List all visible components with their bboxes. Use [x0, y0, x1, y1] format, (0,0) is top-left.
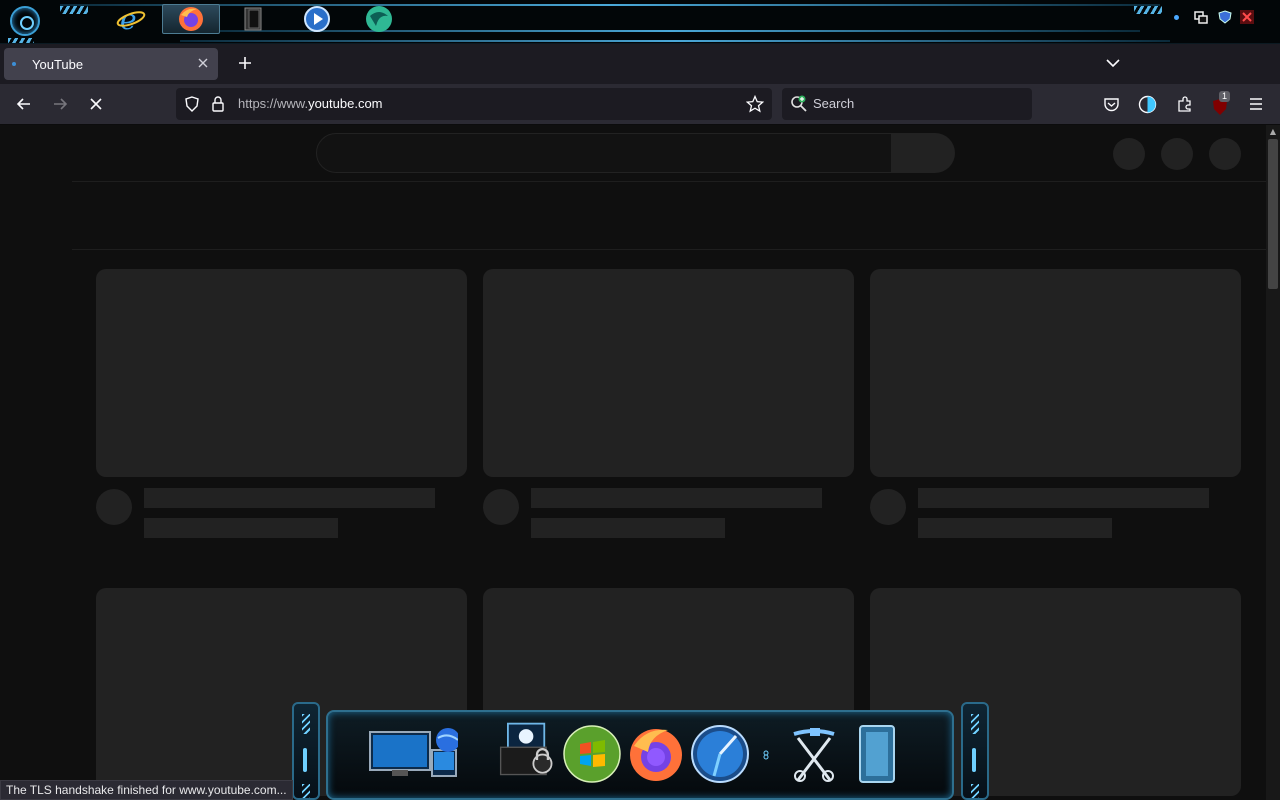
scrollbar-thumb[interactable] — [1268, 139, 1278, 289]
extensions-puzzle-icon[interactable] — [1176, 95, 1194, 113]
close-icon — [198, 58, 208, 68]
dock-grip — [971, 784, 979, 798]
windows-icon[interactable] — [562, 724, 622, 784]
taskbar-stripes — [60, 6, 88, 14]
dock-grip — [302, 784, 310, 798]
header-divider — [72, 181, 1266, 182]
firefox-icon — [179, 7, 203, 31]
globe-app-icon — [366, 6, 392, 32]
taskbar-button-media-player[interactable] — [288, 4, 346, 34]
forward-button[interactable] — [45, 89, 75, 119]
scroll-up-arrow-icon[interactable]: ▲ — [1266, 125, 1280, 139]
search-bar[interactable]: Search — [782, 88, 1032, 120]
tracking-protection-shield-icon[interactable] — [184, 96, 200, 112]
tools-icon[interactable] — [784, 724, 844, 784]
chevron-down-icon — [1106, 59, 1120, 68]
lock-folder-icon[interactable] — [492, 720, 562, 780]
taskbar-button-file-manager[interactable] — [224, 4, 282, 34]
dock-grip — [971, 714, 979, 734]
hamburger-menu-icon[interactable] — [1249, 97, 1263, 111]
loading-indicator-icon — [12, 62, 16, 66]
dock-left-cap — [292, 702, 320, 800]
account-sync-icon[interactable] — [1138, 95, 1157, 114]
arrow-right-icon — [54, 98, 68, 110]
url-bar[interactable]: https://www.youtube.com — [176, 88, 772, 120]
computer-icon[interactable] — [368, 724, 458, 784]
taskbar-button-firefox[interactable] — [162, 4, 220, 34]
lock-icon[interactable] — [211, 96, 225, 112]
url-prefix: https://www. — [238, 96, 309, 111]
svg-text:e: e — [120, 4, 137, 34]
extension-badge: 1 — [1219, 91, 1231, 102]
close-icon — [90, 98, 102, 110]
file-manager-icon — [244, 7, 262, 31]
recycle-bin-icon[interactable] — [852, 724, 902, 784]
dock-right-cap — [961, 702, 989, 800]
taskbar-button-browser[interactable] — [350, 4, 408, 34]
skeleton-avatar — [1209, 138, 1241, 170]
bookmark-star-icon[interactable] — [746, 95, 764, 113]
list-all-tabs-button[interactable] — [1100, 50, 1126, 76]
dock — [292, 698, 989, 800]
tab-title: YouTube — [32, 56, 84, 72]
skeleton-channel-avatar — [870, 489, 906, 525]
skeleton-meta-line — [918, 518, 1112, 538]
skeleton-search-input — [316, 133, 892, 173]
skeleton-meta-line — [531, 518, 725, 538]
skeleton-thumbnail — [96, 269, 467, 477]
firefox-icon[interactable] — [626, 724, 686, 784]
back-button[interactable] — [9, 89, 39, 119]
network-icon[interactable] — [1194, 10, 1208, 24]
navigation-toolbar: https://www.youtube.com Search 1 — [0, 84, 1280, 125]
internet-explorer-icon: e — [116, 4, 146, 34]
start-button[interactable] — [10, 6, 40, 36]
taskbar-button-internet-explorer[interactable]: e — [102, 4, 160, 34]
tray-indicator-icon — [1174, 15, 1179, 20]
taskbar-stripes — [1134, 6, 1162, 14]
taskbar: e — [0, 0, 1280, 44]
skeleton-thumbnail — [870, 269, 1241, 477]
arrow-left-icon — [16, 98, 30, 110]
skeleton-channel-avatar — [96, 489, 132, 525]
skeleton-header-icon — [1113, 138, 1145, 170]
close-app-icon[interactable] — [1240, 10, 1254, 24]
skeleton-title-line — [531, 488, 822, 508]
url-host: youtube.com — [308, 96, 383, 111]
tab-close-button[interactable] — [192, 52, 214, 74]
chips-divider — [72, 249, 1266, 250]
skeleton-header-icon — [1161, 138, 1193, 170]
url-text[interactable]: https://www.youtube.com — [238, 96, 383, 111]
dock-light — [972, 748, 976, 772]
media-player-icon — [304, 6, 330, 32]
taskbar-trim — [180, 40, 1170, 42]
dock-light — [303, 748, 307, 772]
tab-strip: YouTube — [0, 44, 1280, 84]
skeleton-title-line — [144, 488, 435, 508]
safari-compass-icon[interactable] — [690, 724, 750, 784]
skeleton-meta-line — [144, 518, 338, 538]
search-placeholder: Search — [813, 96, 855, 111]
stop-button[interactable] — [81, 89, 111, 119]
tab-youtube[interactable]: YouTube — [4, 48, 218, 80]
new-tab-button[interactable] — [232, 50, 258, 76]
skeleton-channel-avatar — [483, 489, 519, 525]
pocket-icon[interactable] — [1103, 96, 1120, 113]
skeleton-thumbnail — [483, 269, 854, 477]
skeleton-search-button — [891, 133, 955, 173]
separator-icon — [763, 750, 769, 760]
search-engine-icon — [791, 95, 807, 112]
ublock-extension-button[interactable]: 1 — [1211, 91, 1233, 117]
skeleton-title-line — [918, 488, 1209, 508]
dock-grip — [302, 714, 310, 734]
screen: e YouTube https://www.youtube.com Search… — [0, 0, 1280, 800]
status-bar: The TLS handshake finished for www.youtu… — [0, 780, 293, 800]
shield-icon[interactable] — [1218, 10, 1232, 24]
page-scrollbar[interactable]: ▲ — [1266, 125, 1280, 800]
plus-icon — [239, 57, 251, 69]
taskbar-stripes — [8, 38, 34, 43]
